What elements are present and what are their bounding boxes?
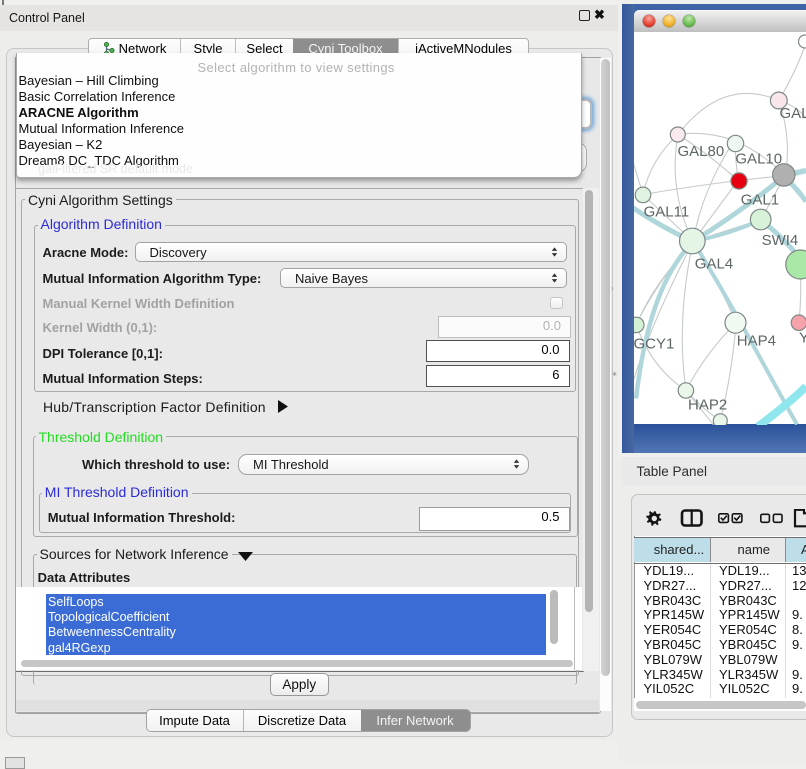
svg-text:GAL11: GAL11 [644, 203, 690, 220]
svg-text:GAL4: GAL4 [695, 255, 733, 272]
svg-text:GAL80: GAL80 [678, 143, 725, 160]
svg-text:HAP2: HAP2 [688, 396, 727, 413]
svg-text:GAL10: GAL10 [735, 150, 782, 167]
svg-text:GCY1: GCY1 [634, 335, 674, 352]
svg-text:YJ: YJ [799, 329, 806, 346]
svg-text:HAP4: HAP4 [737, 332, 776, 349]
svg-text:GAL1: GAL1 [741, 191, 779, 208]
svg-text:SWI4: SWI4 [762, 232, 799, 249]
svg-text:GAL7: GAL7 [780, 105, 806, 122]
